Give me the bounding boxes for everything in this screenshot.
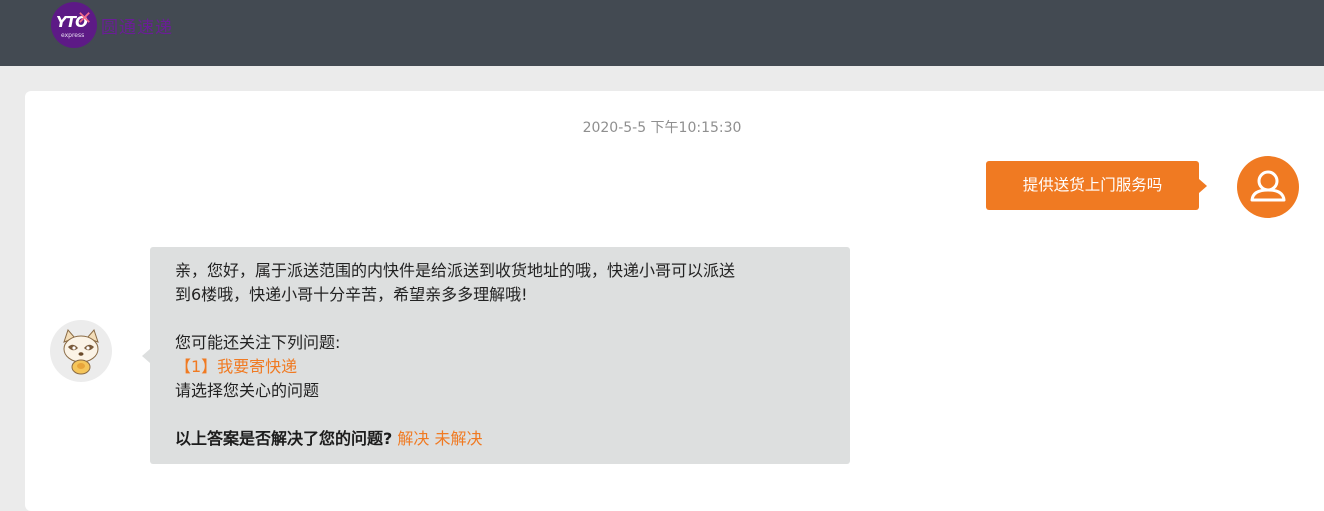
bot-message-text: 亲，您好，属于派送范围的内快件是给派送到收货地址的哦，快递小哥可以派送 到6楼哦… xyxy=(175,259,825,451)
bubble-tail xyxy=(142,349,150,363)
bot-avatar xyxy=(50,320,112,382)
logo-badge-sub: express xyxy=(61,32,85,39)
user-avatar xyxy=(1237,156,1299,218)
related-question-link[interactable]: 【1】我要寄快递 xyxy=(175,355,825,379)
bubble-tail xyxy=(1199,179,1207,193)
message-timestamp: 2020-5-5 下午10:15:30 xyxy=(582,120,742,136)
feedback-unsolved-link[interactable]: 未解决 xyxy=(435,429,483,448)
raccoon-mascot-icon xyxy=(63,329,99,375)
related-questions-title: 您可能还关注下列问题: xyxy=(175,333,341,352)
yto-logo[interactable]: YTO ✕ express xyxy=(51,2,97,48)
feedback-solved-link[interactable]: 解决 xyxy=(397,429,429,448)
feedback-question: 以上答案是否解决了您的问题? xyxy=(175,429,393,448)
user-icon xyxy=(1250,170,1286,202)
bot-message-bubble: 亲，您好，属于派送范围的内快件是给派送到收货地址的哦，快递小哥可以派送 到6楼哦… xyxy=(142,247,850,464)
user-message-bubble: 提供送货上门服务吗 xyxy=(986,161,1207,210)
logo-text: 圆通速递 xyxy=(101,18,173,38)
bot-reply-line: 亲，您好，属于派送范围的内快件是给派送到收货地址的哦，快递小哥可以派送 xyxy=(175,261,736,280)
top-bar: YTO ✕ express 圆通速递 xyxy=(0,0,1324,66)
select-prompt: 请选择您关心的问题 xyxy=(175,381,320,400)
feedback-row: 以上答案是否解决了您的问题? 解决 未解决 xyxy=(175,427,825,451)
user-message-text: 提供送货上门服务吗 xyxy=(1022,176,1163,194)
logo-star-icon: ✕ xyxy=(77,8,93,29)
bot-reply-line: 到6楼哦，快递小哥十分辛苦，希望亲多多理解哦! xyxy=(175,285,528,304)
